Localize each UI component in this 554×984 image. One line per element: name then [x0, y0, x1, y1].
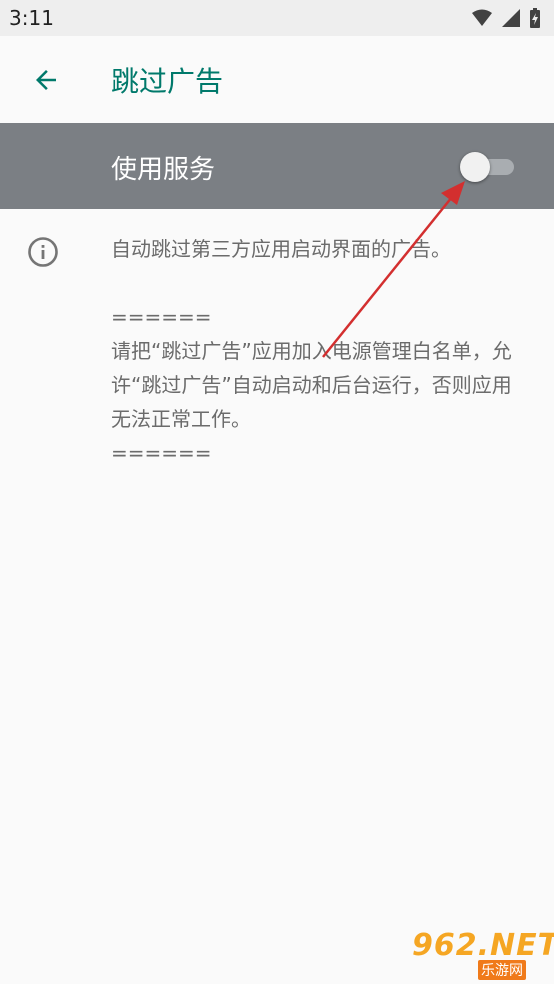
watermark-logo-text: 962.NET — [412, 928, 554, 963]
page-title: 跳过广告 — [111, 65, 224, 98]
wifi-icon — [472, 9, 492, 26]
signal-icon — [502, 9, 520, 27]
watermark-sub-text: 乐游网 — [478, 960, 526, 980]
status-time: 3:11 — [9, 6, 54, 30]
battery-charging-icon — [530, 8, 540, 28]
back-button[interactable] — [28, 62, 64, 98]
arrow-left-icon — [36, 70, 56, 90]
status-icons — [472, 8, 540, 28]
app-bar: 跳过广告 — [0, 36, 554, 123]
status-bar: 3:11 — [0, 0, 554, 36]
watermark-logo: 962.NET 乐游网 — [412, 928, 554, 980]
toggle-thumb — [460, 152, 490, 182]
use-service-toggle[interactable] — [460, 152, 516, 182]
switch-label: 使用服务 — [111, 155, 216, 185]
service-description: 自动跳过第三方应用启动界面的广告。 ====== 请把“跳过广告”应用加入电源管… — [111, 237, 512, 465]
info-icon — [28, 237, 58, 267]
use-service-switch-bar[interactable]: 使用服务 — [0, 123, 554, 209]
